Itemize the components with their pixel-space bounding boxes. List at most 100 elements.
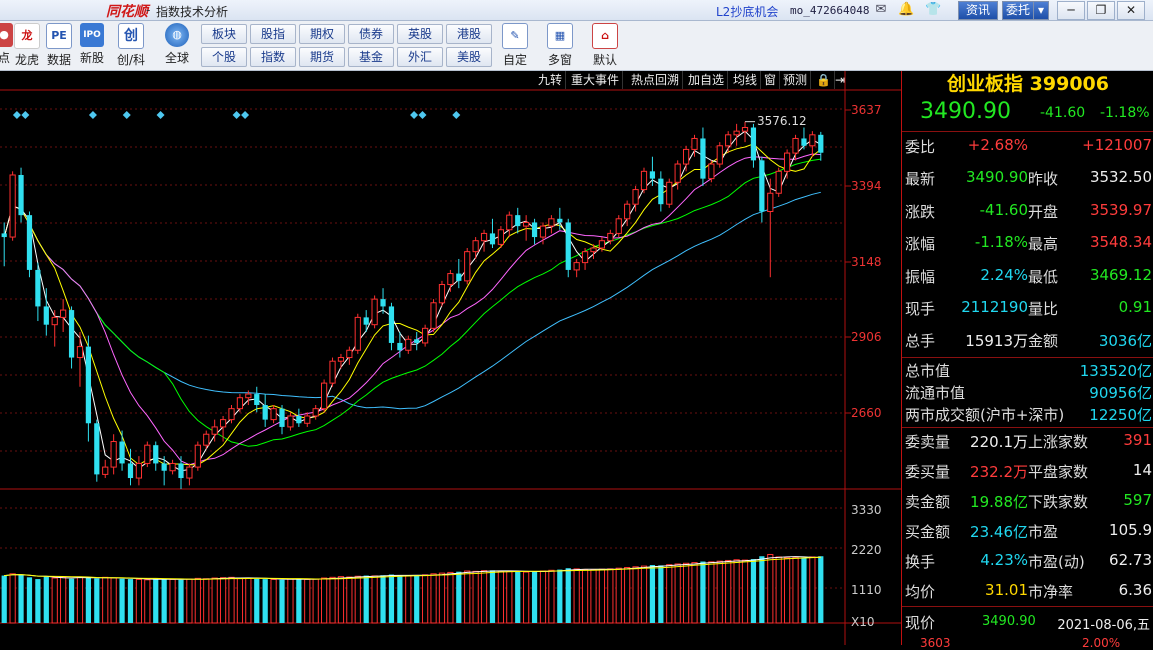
candle-body — [700, 138, 706, 179]
candle-body — [279, 408, 285, 427]
volume-bar — [43, 576, 49, 623]
volume-bar — [363, 575, 369, 623]
dot-icon: ● — [0, 23, 13, 47]
volume-bar — [607, 568, 614, 624]
volume-bar — [809, 556, 816, 624]
market-button-board[interactable]: 板块 — [201, 24, 247, 44]
volume-ma10-line — [4, 556, 821, 580]
ma20-line — [3, 153, 821, 466]
candle-body — [792, 137, 799, 154]
candle-body — [169, 462, 176, 472]
volume-bar — [674, 563, 681, 624]
candle-body — [43, 306, 49, 325]
market-button-forex[interactable]: 外汇 — [397, 47, 443, 67]
index-name: 创业板指 — [947, 73, 1024, 95]
close-icon[interactable]: ✕ — [1117, 1, 1145, 20]
mail-icon[interactable]: ✉ — [873, 2, 889, 18]
market-button-bonds[interactable]: 债券 — [348, 24, 394, 44]
candle-body — [178, 463, 184, 479]
event-marker — [410, 111, 419, 119]
market-button-funds[interactable]: 基金 — [348, 47, 394, 67]
toolbar-multi-window[interactable]: ▦ 多窗 — [541, 23, 579, 68]
market-button-stock-index[interactable]: 股指 — [250, 24, 296, 44]
candle-body — [682, 148, 690, 165]
candle-body — [741, 127, 749, 132]
candle-body — [531, 222, 538, 238]
event-marker — [88, 111, 97, 119]
toolbar-dot[interactable]: ● 点 — [0, 23, 14, 66]
market-button-options[interactable]: 期权 — [299, 24, 345, 44]
bell-icon[interactable]: 🔔 — [898, 2, 914, 18]
ma10-line — [3, 143, 822, 466]
market-button-uk-stocks[interactable]: 英股 — [397, 24, 443, 44]
toolbar-ipo[interactable]: IPO 新股 — [78, 23, 106, 66]
footer-label: 现价 — [905, 614, 936, 632]
price-change-pct: -1.18% — [1100, 105, 1150, 121]
quote-label: 市盈 — [1028, 523, 1059, 541]
divider — [902, 357, 1153, 358]
shirt-icon[interactable]: 👕 — [925, 2, 941, 18]
volume-bar — [388, 574, 395, 623]
trade-button[interactable]: 委托 — [1002, 1, 1034, 20]
toolbar-globe[interactable]: ◍ 全球 — [158, 23, 196, 66]
volume-bar — [354, 575, 361, 624]
volume-bar — [581, 569, 589, 624]
candle-body — [581, 251, 589, 264]
volume-bar — [497, 570, 505, 624]
quote-value: 62.73 — [1109, 551, 1152, 569]
candle-body — [784, 152, 791, 172]
volume-bar — [801, 557, 807, 623]
divider — [902, 606, 1153, 607]
quote-label: 昨收 — [1028, 170, 1059, 189]
quote-label: 量比 — [1028, 300, 1059, 318]
candle-body — [186, 466, 193, 479]
quote-label: 下跌家数 — [1028, 493, 1089, 511]
volume-bar — [68, 578, 75, 623]
volume-bar — [397, 575, 403, 623]
market-button-individual[interactable]: 个股 — [201, 47, 247, 67]
toolbar-custom[interactable]: ✎ 自定 — [497, 23, 533, 68]
event-marker — [232, 111, 241, 119]
news-button[interactable]: 资讯 — [958, 1, 998, 20]
market-button-hk-stocks[interactable]: 港股 — [446, 24, 492, 44]
market-button-futures[interactable]: 期货 — [299, 47, 345, 67]
volume-bar — [741, 559, 749, 624]
candle-body — [775, 170, 782, 194]
toolbar-default[interactable]: ⌂ 默认 — [586, 23, 624, 68]
market-button-index[interactable]: 指数 — [250, 47, 296, 67]
restore-icon[interactable]: ❐ — [1087, 1, 1115, 20]
volume-bar — [287, 578, 294, 624]
candle-body — [539, 225, 547, 238]
market-cap-row: 流通市值 90956亿 — [902, 382, 1153, 404]
quote-row: 最新 3490.90 昨收 3532.50 — [902, 168, 1153, 190]
promo-link[interactable]: L2抄底机会 — [716, 3, 778, 20]
volume-bar — [759, 556, 765, 623]
market-cap-label: 两市成交额(沪市+深市) — [905, 406, 1065, 424]
candle-body — [624, 203, 631, 220]
candle-body — [219, 419, 227, 428]
app-logo: 同花顺 — [106, 4, 148, 20]
volume-bar — [792, 556, 799, 624]
volume-axis-label: 1110 — [851, 583, 882, 597]
volume-bar — [422, 574, 429, 624]
candle-body — [590, 247, 597, 253]
toolbar-dragon-tiger[interactable]: 龙 龙虎 — [13, 23, 41, 68]
toolbar-data[interactable]: PE 数据 — [45, 23, 73, 68]
ipo-icon: IPO — [80, 23, 104, 47]
quote-label: 现手 — [905, 300, 936, 318]
volume-bar — [153, 578, 159, 623]
candle-body — [733, 130, 740, 136]
volume-bar — [296, 578, 302, 623]
quote-panel: 创业板指 399006 3490.90 -41.60 -1.18% 委比 +2.6… — [901, 71, 1153, 650]
toolbar-chuang-ke[interactable]: 创 创/科 — [113, 23, 149, 68]
quote-row: 现手 2112190 量比 0.91 — [902, 298, 1153, 320]
minimize-icon[interactable]: ─ — [1057, 1, 1085, 20]
volume-bar — [624, 566, 631, 624]
kline-chart[interactable]: 九转 重大事件 热点回溯 加自选 均线 窗 预测 🔒 ⇥ 3637 3394 3… — [0, 71, 901, 645]
volume-bar — [254, 578, 260, 623]
market-button-us-stocks[interactable]: 美股 — [446, 47, 492, 67]
candle-body — [523, 221, 530, 227]
candle-body — [640, 170, 648, 191]
trade-dropdown-icon[interactable]: ▾ — [1033, 1, 1049, 20]
event-marker — [156, 111, 165, 119]
